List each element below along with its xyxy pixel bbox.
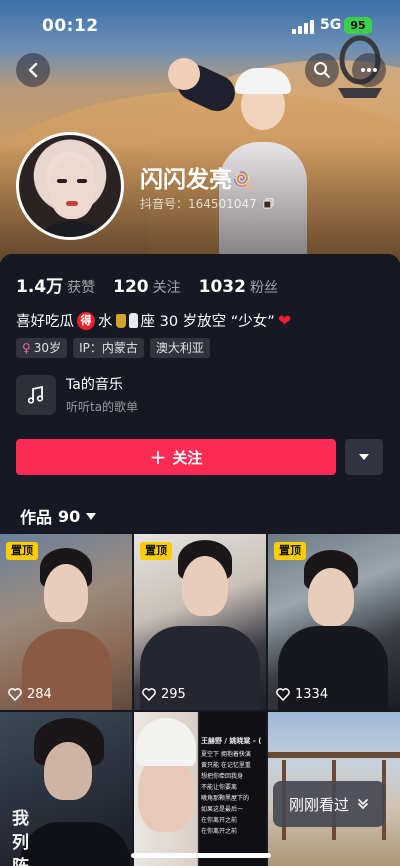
tag-row: ♀ 30岁 IP：内蒙古 澳大利亚	[16, 338, 210, 358]
video-caption: 我 列 阵	[12, 809, 29, 866]
heart-outline-icon	[276, 688, 290, 701]
video-thumbnail[interactable]: 置顶 1334	[268, 534, 400, 710]
like-count: 1334	[276, 687, 328, 702]
tag-location: 澳大利亚	[149, 338, 210, 358]
music-note-icon	[16, 374, 56, 415]
back-button[interactable]	[16, 53, 50, 87]
douyin-id: 164501047	[188, 196, 257, 211]
more-actions-dropdown[interactable]	[345, 439, 383, 475]
copy-icon[interactable]	[262, 198, 274, 209]
more-button[interactable]	[352, 53, 386, 87]
music-title: Ta的音乐	[66, 377, 123, 393]
stats-row: 1.4万 获赞 120 关注 1032 粉丝	[16, 272, 278, 297]
music-subtitle: 听听ta的歌单	[66, 400, 139, 414]
video-thumbnail[interactable]: 置顶 284	[0, 534, 132, 710]
avatar[interactable]	[16, 132, 124, 240]
pinned-badge: 置顶	[6, 542, 38, 560]
home-indicator[interactable]	[131, 853, 271, 858]
triangle-down-icon	[86, 512, 97, 520]
female-icon: ♀	[22, 341, 31, 355]
signal-icon	[292, 20, 314, 34]
stat-likes[interactable]: 1.4万 获赞	[16, 272, 95, 297]
de-badge-icon: 得	[77, 311, 95, 330]
cup-icon	[115, 313, 126, 328]
network-type: 5G	[320, 17, 342, 33]
works-tab[interactable]: 作品 90	[20, 504, 97, 528]
search-icon	[314, 62, 330, 78]
double-chevron-down-icon	[358, 799, 368, 809]
tag-age: ♀ 30岁	[16, 338, 68, 358]
like-count: 295	[142, 687, 186, 702]
pinned-badge: 置顶	[140, 542, 172, 560]
recently-viewed-button[interactable]: 刚刚看过	[273, 781, 385, 827]
profile-nickname: 闪闪发亮🍭	[140, 167, 255, 193]
stat-followers[interactable]: 1032 粉丝	[199, 277, 278, 297]
bottle-icon	[128, 313, 138, 328]
search-button[interactable]	[305, 53, 339, 87]
banner-hand	[168, 58, 200, 90]
bio-text: 喜好吃瓜 得 水 座 30 岁放空 “少女” ❤	[16, 311, 292, 330]
heart-icon: ❤	[277, 311, 292, 330]
music-entry[interactable]: Ta的音乐 听听ta的歌单	[16, 374, 138, 415]
status-time: 00:12	[42, 16, 99, 36]
status-bar: 00:12 5G 95	[0, 0, 400, 54]
lollipop-icon: 🍭	[232, 171, 255, 192]
video-thumbnail[interactable]: 王赫野 / 姚晓棠 - ( 夏空下 拥抱着快演 黄只能 在记忆里重 想把你牵回我…	[134, 712, 266, 866]
douyin-id-row[interactable]: 抖音号： 164501047	[140, 195, 274, 212]
more-icon	[361, 68, 377, 72]
triangle-down-icon	[359, 454, 369, 460]
profile-info-panel: 1.4万 获赞 120 关注 1032 粉丝 喜好吃瓜 得 水 座 30 岁放空 “少…	[0, 254, 400, 866]
heart-outline-icon	[142, 688, 156, 701]
chevron-left-icon	[28, 62, 38, 78]
like-count: 284	[8, 687, 52, 702]
lyrics-overlay: 王赫野 / 姚晓棠 - ( 夏空下 拥抱着快演 黄只能 在记忆里重 想把你牵回我…	[201, 737, 262, 835]
plus-icon: +	[149, 445, 167, 469]
video-thumbnail[interactable]: 我 列 阵	[0, 712, 132, 866]
video-thumbnail[interactable]: 置顶 295	[134, 534, 266, 710]
battery-icon: 95	[344, 17, 372, 34]
pinned-badge: 置顶	[274, 542, 306, 560]
tag-ip: IP：内蒙古	[73, 338, 144, 358]
follow-button[interactable]: + 关注	[16, 439, 336, 475]
heart-outline-icon	[8, 688, 22, 701]
stat-following[interactable]: 120 关注	[113, 277, 181, 297]
